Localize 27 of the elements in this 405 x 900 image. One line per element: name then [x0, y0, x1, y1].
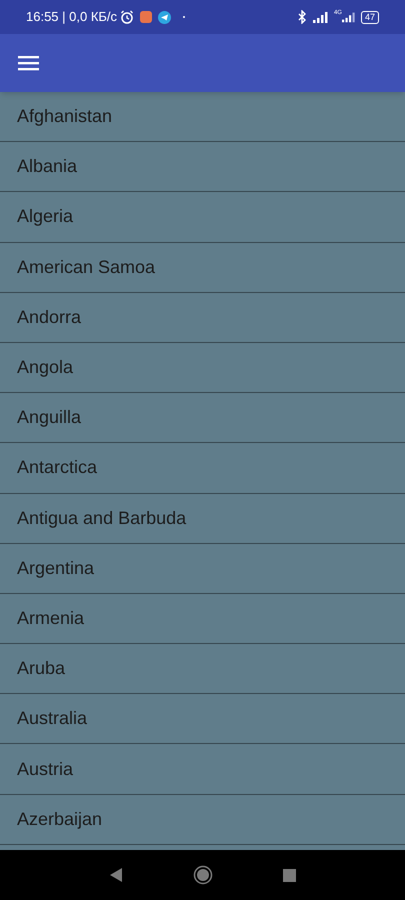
menu-icon[interactable] [18, 55, 39, 71]
country-item[interactable]: Azerbaijan [0, 794, 405, 845]
country-item[interactable]: Albania [0, 142, 405, 192]
country-item[interactable]: Angola [0, 342, 405, 394]
home-icon[interactable] [193, 865, 213, 885]
bluetooth-icon [298, 10, 307, 24]
country-item[interactable]: Australia [0, 694, 405, 744]
country-item[interactable]: Austria [0, 744, 405, 795]
battery-indicator: 47 [360, 10, 379, 24]
country-item[interactable]: American Samoa [0, 242, 405, 293]
recents-icon[interactable] [283, 868, 296, 882]
country-item[interactable]: Argentina [0, 544, 405, 594]
paper-plane-icon [158, 10, 172, 24]
country-item[interactable]: Algeria [0, 192, 405, 243]
country-item[interactable]: Antigua and Barbuda [0, 494, 405, 544]
country-item[interactable]: Afghanistan [0, 92, 405, 142]
country-item[interactable]: Antarctica [0, 443, 405, 494]
back-icon[interactable] [109, 867, 123, 883]
country-item[interactable]: Anguilla [0, 393, 405, 444]
signal-icon [342, 11, 356, 23]
country-item[interactable]: Aruba [0, 644, 405, 694]
status-time: 16:55 | 0,0 КБ/с [26, 8, 118, 26]
alarm-clock-icon [120, 10, 134, 24]
app-icon [140, 11, 152, 23]
country-item[interactable]: Andorra [0, 292, 405, 343]
signal-icon [312, 11, 329, 23]
country-item[interactable]: Armenia [0, 594, 405, 644]
